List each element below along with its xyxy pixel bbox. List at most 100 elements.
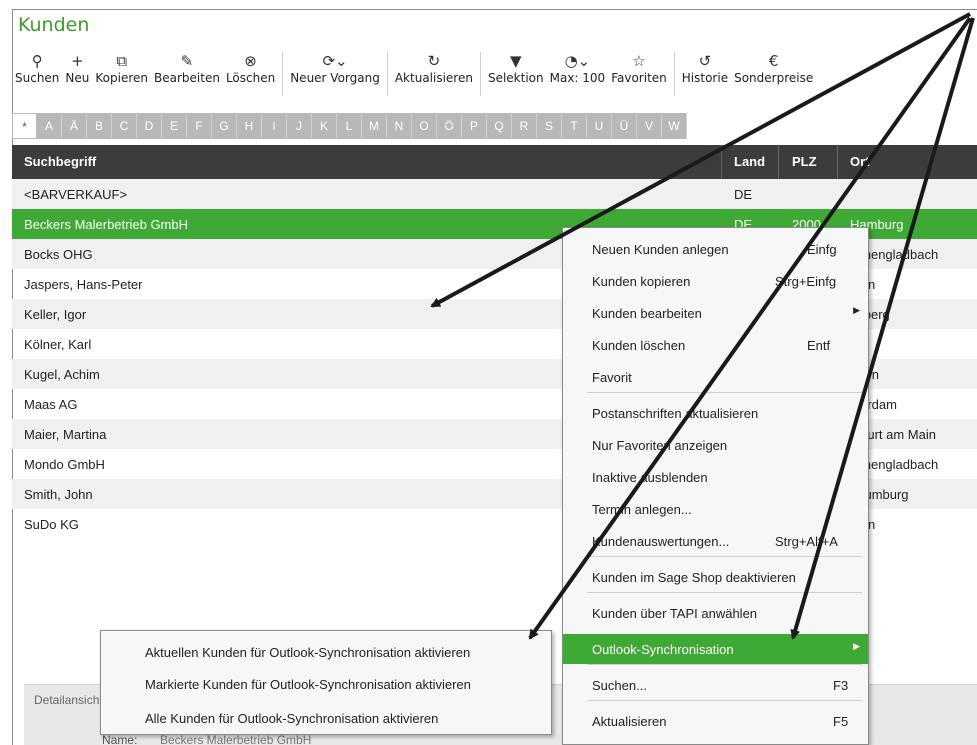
menu-item-label: Outlook-Synchronisation — [592, 642, 734, 657]
toolbar-separator — [479, 52, 481, 96]
column-header-plz[interactable]: PLZ — [792, 154, 817, 169]
menu-item-neuen-kunden-anlegen[interactable]: Neuen Kunden anlegen Einfg — [563, 234, 868, 264]
letter-filter-M[interactable]: M — [362, 113, 387, 139]
menu-item-label: Termin anlegen... — [592, 502, 692, 517]
customer-country: DE — [734, 187, 753, 202]
menu-separator — [587, 592, 862, 593]
column-divider — [778, 145, 779, 179]
menu-item-shortcut: Einfg — [807, 242, 837, 257]
new-process-icon: ⟳⌄ — [322, 52, 348, 70]
sonderpreise-button[interactable]: € Sonderpreise — [732, 52, 815, 85]
menu-item-inaktive-ausblenden[interactable]: Inaktive ausblenden — [563, 462, 868, 492]
toolbar-separator — [282, 52, 284, 96]
customer-name: <BARVERKAUF> — [24, 187, 128, 202]
menu-item-kunden-bearbeiten[interactable]: Kunden bearbeiten ▶ — [563, 298, 868, 328]
toolbar-button-label: Suchen — [15, 71, 60, 85]
menu-separator — [587, 700, 862, 701]
filter-icon: ▼ — [510, 52, 522, 70]
toolbar: ⚲ Suchen + Neu ⧉ Kopieren ✎ Bearbeiten ⊗ Löschen ⟳… — [12, 52, 816, 104]
menu-item-aktualisieren[interactable]: Aktualisieren F5 — [563, 706, 868, 736]
letter-filter-K[interactable]: K — [312, 113, 337, 139]
historie-button[interactable]: ↺ Historie — [680, 52, 730, 85]
letter-filter-V[interactable]: V — [637, 113, 662, 139]
letter-filter-J[interactable]: J — [287, 113, 312, 139]
column-header-land[interactable]: Land — [734, 154, 765, 169]
menu-item-nur-favoriten-anzeigen[interactable]: Nur Favoriten anzeigen — [563, 430, 868, 460]
letter-filter-Ä[interactable]: Ä — [62, 113, 87, 139]
letter-filter-F[interactable]: F — [187, 113, 212, 139]
aktualisieren-button[interactable]: ↻ Aktualisieren — [393, 52, 475, 85]
menu-item-suchen[interactable]: Suchen... F3 — [563, 670, 868, 700]
toolbar-separator — [673, 52, 675, 96]
menu-item-label: Kunden im Sage Shop deaktivieren — [592, 570, 796, 585]
delete-icon: ⊗ — [244, 52, 257, 70]
column-header-suchbegriff[interactable]: Suchbegriff — [24, 154, 96, 169]
letter-filter-E[interactable]: E — [162, 113, 187, 139]
letter-filter-O[interactable]: O — [412, 113, 437, 139]
submenu-item-outlook-sync-3[interactable]: Alle Kunden für Outlook-Synchronisation … — [145, 711, 438, 726]
menu-item-kunden-l-schen[interactable]: Kunden löschen Entf — [563, 330, 868, 360]
bearbeiten-button[interactable]: ✎ Bearbeiten — [152, 52, 222, 85]
menu-item-label: Favorit — [592, 370, 632, 385]
menu-item-favorit[interactable]: Favorit — [563, 362, 868, 392]
letter-filter-R[interactable]: R — [512, 113, 537, 139]
table-row[interactable]: <BARVERKAUF> DE — [12, 179, 977, 209]
customer-name: Beckers Malerbetrieb GmbH — [24, 217, 188, 232]
neuer-vorgang-button[interactable]: ⟳⌄ Neuer Vorgang — [288, 52, 382, 85]
letter-filter-N[interactable]: N — [387, 113, 412, 139]
letter-filter-H[interactable]: H — [237, 113, 262, 139]
letter-filter-I[interactable]: I — [262, 113, 287, 139]
menu-item-kunden-kopieren[interactable]: Kunden kopieren Strg+Einfg — [563, 266, 868, 296]
letter-filter-P[interactable]: P — [462, 113, 487, 139]
letter-filter-C[interactable]: C — [112, 113, 137, 139]
column-header-ort[interactable]: Ort — [850, 154, 870, 169]
letter-filter-Ö[interactable]: Ö — [437, 113, 462, 139]
menu-item-label: Inaktive ausblenden — [592, 470, 708, 485]
menu-item-kundenauswertungen[interactable]: Kundenauswertungen... Strg+Alt+A — [563, 526, 868, 556]
toolbar-button-label: Historie — [681, 71, 729, 85]
letter-filter-U[interactable]: U — [587, 113, 612, 139]
letter-filter-Ü[interactable]: Ü — [612, 113, 637, 139]
toolbar-button-label: Löschen — [225, 71, 276, 85]
suchen-button[interactable]: ⚲ Suchen — [13, 52, 61, 85]
menu-item-label: Kundenauswertungen... — [592, 534, 730, 549]
letter-filter-S[interactable]: S — [537, 113, 562, 139]
customer-name: Bocks OHG — [24, 247, 93, 262]
menu-item-termin-anlegen[interactable]: Termin anlegen... — [563, 494, 868, 524]
submenu-item-outlook-sync-1[interactable]: Aktuellen Kunden für Outlook-Synchronisa… — [145, 645, 470, 660]
l-schen-button[interactable]: ⊗ Löschen — [224, 52, 277, 85]
toolbar-button-label: Favoriten — [611, 71, 667, 85]
submenu-arrow-icon: ▶ — [853, 305, 860, 315]
refresh-icon: ↻ — [427, 52, 441, 70]
kopieren-button[interactable]: ⧉ Kopieren — [93, 52, 150, 85]
letter-filter-G[interactable]: G — [212, 113, 237, 139]
letter-filter-D[interactable]: D — [137, 113, 162, 139]
menu-item-outlook-synchronisation[interactable]: Outlook-Synchronisation ▶ — [563, 634, 868, 664]
letter-filter-T[interactable]: T — [562, 113, 587, 139]
letter-filter-*[interactable]: * — [12, 113, 37, 139]
letter-filter-A[interactable]: A — [37, 113, 62, 139]
menu-item-shortcut: F5 — [833, 714, 849, 729]
menu-item-label: Suchen... — [592, 678, 647, 693]
letter-filter-Q[interactable]: Q — [487, 113, 512, 139]
submenu-item-outlook-sync-2[interactable]: Markierte Kunden für Outlook-Synchronisa… — [145, 677, 471, 692]
menu-item-kunden-ber-tapi-anw-hlen[interactable]: Kunden über TAPI anwählen — [563, 598, 868, 628]
menu-item-shortcut: Strg+Einfg — [775, 274, 837, 289]
menu-item-postanschriften-aktualisieren[interactable]: Postanschriften aktualisieren — [563, 398, 868, 428]
neu-button[interactable]: + Neu — [63, 52, 91, 85]
toolbar-button-label: Neu — [65, 71, 90, 85]
favoriten-button[interactable]: ☆ Favoriten — [609, 52, 669, 85]
copy-icon: ⧉ — [116, 52, 128, 70]
special-price-icon: € — [768, 52, 779, 70]
menu-item-label: Kunden kopieren — [592, 274, 691, 289]
max-100-button[interactable]: ◔⌄ Max: 100 — [548, 52, 608, 85]
selektion-button[interactable]: ▼ Selektion — [486, 52, 546, 85]
outlook-sync-submenu: Aktuellen Kunden für Outlook-Synchronisa… — [100, 630, 552, 735]
menu-item-kunden-im-sage-shop-deaktivieren[interactable]: Kunden im Sage Shop deaktivieren — [563, 562, 868, 592]
letter-filter-W[interactable]: W — [662, 113, 687, 139]
edit-icon: ✎ — [180, 52, 194, 70]
letter-filter-L[interactable]: L — [337, 113, 362, 139]
letter-filter-B[interactable]: B — [87, 113, 112, 139]
menu-item-label: Kunden bearbeiten — [592, 306, 702, 321]
customer-name: Jaspers, Hans-Peter — [24, 277, 143, 292]
